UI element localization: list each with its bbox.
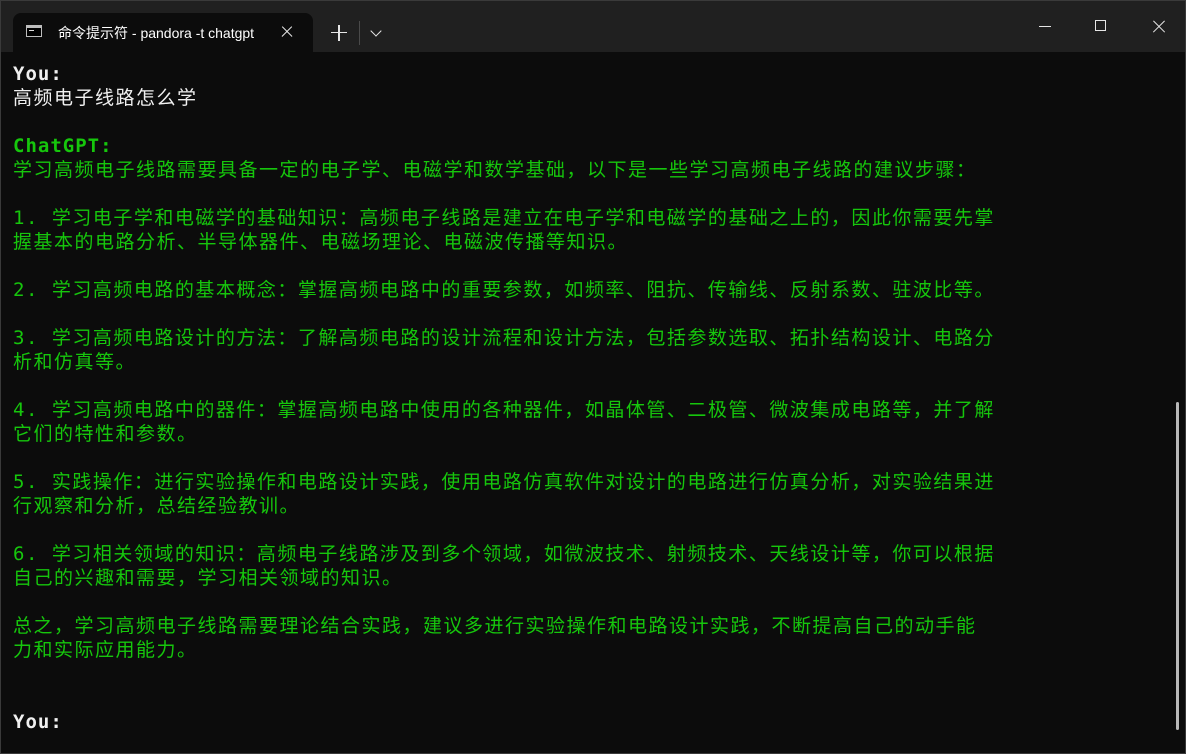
response-line	[13, 374, 1163, 398]
response-line: 总之，学习高频电子线路需要理论结合实践，建议多进行实验操作和电路设计实践，不断提…	[13, 615, 977, 637]
response-line: 5. 实践操作：进行实验操作和电路设计实践，使用电路仿真软件对设计的电路进行仿真…	[13, 471, 995, 493]
tab-separator	[359, 21, 360, 45]
chevron-down-icon[interactable]	[363, 19, 391, 47]
response-line: 3. 学习高频电路设计的方法：了解高频电路的设计流程和设计方法，包括参数选取、拓…	[13, 327, 995, 349]
response-line: 自己的兴趣和需要，学习相关领域的知识。	[13, 567, 403, 589]
response-line: 6. 学习相关领域的知识：高频电子线路涉及到多个领域，如微波技术、射频技术、天线…	[13, 543, 995, 565]
terminal-output[interactable]: You: 高频电子线路怎么学 ChatGPT: 学习高频电子线路需要具备一定的电…	[1, 52, 1185, 753]
terminal-icon	[26, 25, 42, 37]
new-tab-button[interactable]	[323, 17, 355, 49]
minimize-button[interactable]	[1017, 1, 1073, 51]
response-line	[13, 590, 1163, 614]
response-line	[13, 182, 1163, 206]
maximize-button[interactable]	[1073, 1, 1129, 51]
response-line	[13, 446, 1163, 470]
response-line: 它们的特性和参数。	[13, 423, 198, 445]
tab-title: 命令提示符 - pandora -t chatgpt	[58, 25, 255, 41]
terminal-window: 命令提示符 - pandora -t chatgpt You: 高频电子线路怎么…	[0, 0, 1186, 754]
close-window-button[interactable]	[1129, 1, 1185, 51]
response-line: 学习高频电子线路需要具备一定的电子学、电磁学和数学基础，以下是一些学习高频电子线…	[13, 159, 977, 181]
response-line: 4. 学习高频电路中的器件：掌握高频电路中使用的各种器件，如晶体管、二极管、微波…	[13, 399, 995, 421]
response-line: 1. 学习电子学和电磁学的基础知识：高频电子线路是建立在电子学和电磁学的基础之上…	[13, 207, 995, 229]
response-line: 析和仿真等。	[13, 351, 137, 373]
user-message: 高频电子线路怎么学	[13, 87, 198, 109]
response-line: 力和实际应用能力。	[13, 639, 198, 661]
response-line	[13, 302, 1163, 326]
response-line	[13, 662, 1163, 686]
tab-cmd[interactable]: 命令提示符 - pandora -t chatgpt	[13, 13, 313, 52]
title-bar[interactable]: 命令提示符 - pandora -t chatgpt	[1, 1, 1185, 52]
response-line	[13, 254, 1163, 278]
response-line	[13, 518, 1163, 542]
conversation: You: 高频电子线路怎么学 ChatGPT: 学习高频电子线路需要具备一定的电…	[13, 62, 1163, 734]
scrollbar[interactable]	[1176, 402, 1179, 730]
response-line: 握基本的电路分析、半导体器件、电磁场理论、电磁波传播等知识。	[13, 231, 629, 253]
user-prompt[interactable]: You:	[13, 710, 1163, 734]
assistant-label: ChatGPT:	[13, 135, 113, 157]
response-line: 行观察和分析，总结经验教训。	[13, 495, 301, 517]
response-line: 2. 学习高频电路的基本概念：掌握高频电路中的重要参数，如频率、阻抗、传输线、反…	[13, 279, 995, 301]
user-label: You:	[13, 63, 63, 85]
close-tab-icon[interactable]	[278, 23, 296, 41]
